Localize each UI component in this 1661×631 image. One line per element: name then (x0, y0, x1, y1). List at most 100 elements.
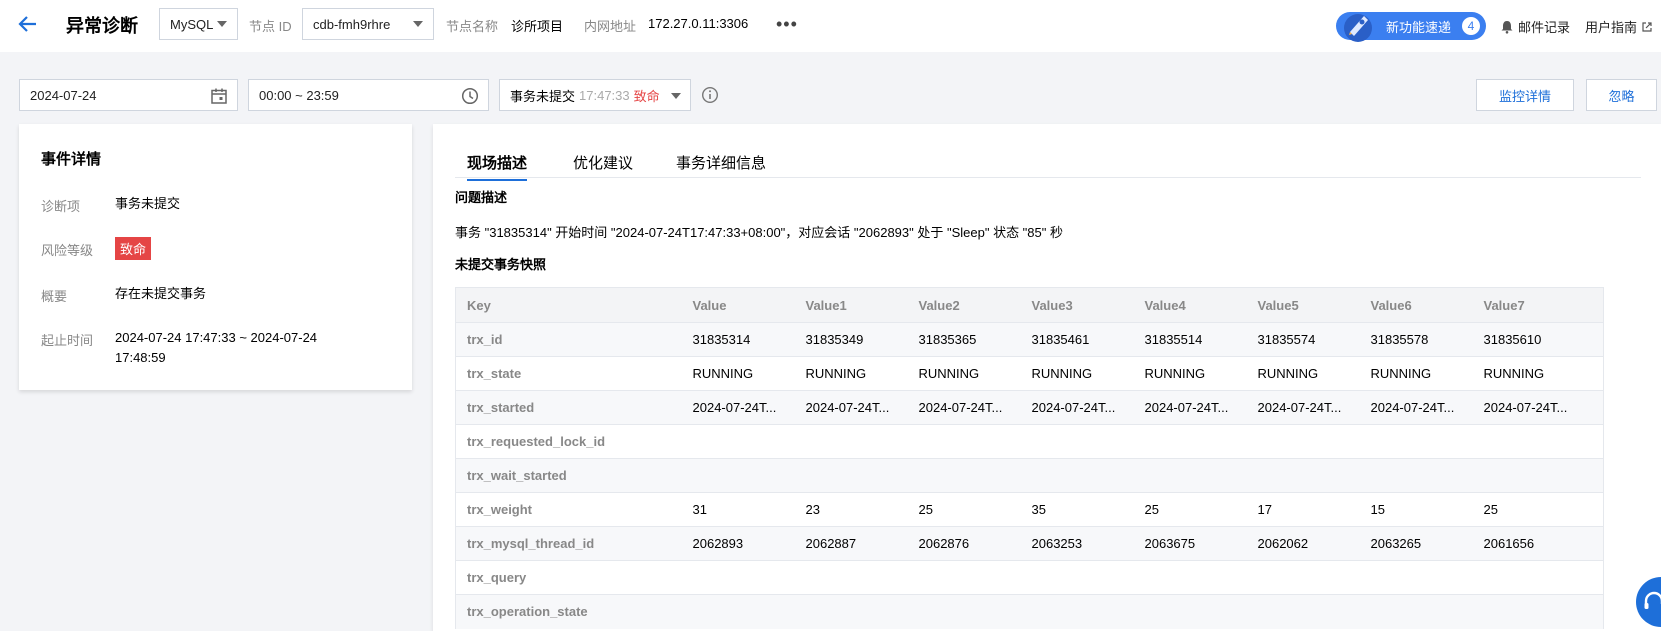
monitor-detail-button[interactable]: 监控详情 (1476, 79, 1574, 111)
external-link-icon (1642, 21, 1652, 32)
value-cell: 35 (1020, 492, 1134, 527)
value-cell (1133, 560, 1247, 595)
value-cell (1246, 594, 1360, 629)
chevron-down-icon (413, 21, 423, 27)
table-row: trx_operation_state (455, 594, 1604, 629)
tab-suggestion[interactable]: 优化建议 (573, 152, 633, 179)
page-title: 异常诊断 (66, 16, 138, 36)
new-feature-count: 4 (1462, 17, 1480, 35)
event-detail-title: 事件详情 (41, 151, 102, 168)
event-time: 17:47:33 (579, 87, 630, 103)
value-cell: 2063675 (1133, 526, 1247, 561)
summary-value: 存在未提交事务 (115, 286, 207, 301)
table-row: trx_requested_lock_id (455, 424, 1604, 459)
value-cell (907, 560, 1021, 595)
value-cell (1472, 594, 1604, 629)
top-header: 异常诊断 MySQL 节点 ID cdb-fmh9rhre 节点名称 诊所项目 … (0, 0, 1661, 52)
value-cell (1020, 560, 1134, 595)
value-cell: 2063265 (1359, 526, 1473, 561)
table-row: trx_mysql_thread_id 2062893 2062887 2062876… (455, 526, 1604, 561)
time-range-picker[interactable]: 00:00 ~ 23:59 (248, 79, 489, 111)
value-cell (1020, 424, 1134, 459)
value-cell (1133, 594, 1247, 629)
value-cell: 2062062 (1246, 526, 1360, 561)
diagnosis-card: 现场描述 优化建议 事务详细信息 问题描述 事务 "31835314" 开始时间… (433, 124, 1661, 631)
db-type-select[interactable]: MySQL (159, 8, 238, 40)
column-header: Value (681, 287, 795, 323)
event-name: 事务未提交 (510, 88, 576, 104)
intranet-label: 内网地址 (584, 19, 637, 34)
value-cell: 23 (794, 492, 908, 527)
summary-label: 概要 (41, 289, 68, 304)
new-feature-button[interactable]: 新功能速递 4 (1336, 12, 1486, 42)
snapshot-title: 未提交事务快照 (455, 257, 547, 272)
more-icon[interactable]: ••• (776, 14, 798, 35)
value-cell: RUNNING (1472, 356, 1604, 391)
value-cell: 2024-07-24T... (1359, 390, 1473, 425)
ignore-button[interactable]: 忽略 (1586, 79, 1657, 111)
column-header: Value5 (1246, 287, 1360, 323)
table-row: trx_wait_started (455, 458, 1604, 493)
event-select[interactable]: 事务未提交 17:47:33 致命 (499, 79, 691, 111)
node-name-value: 诊所项目 (511, 19, 564, 34)
value-cell (907, 458, 1021, 493)
column-header: Value7 (1472, 287, 1604, 323)
table-row: trx_started 2024-07-24T... 2024-07-24T... 2… (455, 390, 1604, 425)
row-key-cell: trx_wait_started (455, 458, 682, 493)
back-arrow-icon[interactable] (16, 12, 40, 36)
value-cell: RUNNING (1133, 356, 1247, 391)
value-cell: 31835610 (1472, 322, 1604, 357)
node-id-value: cdb-fmh9rhre (313, 16, 391, 32)
user-guide-label: 用户指南 (1585, 20, 1638, 35)
snapshot-table: Key Value Value1 Value2 Value3 Value4 Va… (455, 287, 1604, 629)
table-body: trx_id 31835314 31835349 31835365 31835461 31… (455, 322, 1604, 629)
value-cell: 2024-07-24T... (681, 390, 795, 425)
value-cell: 31835365 (907, 322, 1021, 357)
table-header-row: Key Value Value1 Value2 Value3 Value4 Va… (455, 287, 1604, 323)
value-cell (1246, 458, 1360, 493)
mail-record-link[interactable]: 邮件记录 (1500, 17, 1570, 36)
tab-scene[interactable]: 现场描述 (467, 152, 528, 181)
event-level: 致命 (633, 88, 660, 104)
diag-item-label: 诊断项 (41, 199, 81, 214)
node-id-select[interactable]: cdb-fmh9rhre (302, 8, 434, 40)
value-cell (681, 594, 795, 629)
value-cell: RUNNING (794, 356, 908, 391)
value-cell (681, 424, 795, 459)
tab-trx-detail[interactable]: 事务详细信息 (676, 152, 766, 179)
value-cell (681, 458, 795, 493)
value-cell: 2062876 (907, 526, 1021, 561)
value-cell (1359, 424, 1473, 459)
value-cell: 25 (1133, 492, 1247, 527)
value-cell: 31835574 (1246, 322, 1360, 357)
value-cell: 2063253 (1020, 526, 1134, 561)
value-cell (1359, 560, 1473, 595)
calendar-icon (211, 88, 227, 104)
user-guide-link[interactable]: 用户指南 (1585, 17, 1653, 36)
row-key-cell: trx_requested_lock_id (455, 424, 682, 459)
info-icon[interactable] (701, 86, 719, 104)
table-row: trx_weight 31 23 25 35 25 17 15 25 (455, 492, 1604, 527)
value-cell: 2024-07-24T... (794, 390, 908, 425)
node-name-label: 节点名称 (446, 19, 499, 34)
date-picker[interactable]: 2024-07-24 (19, 79, 238, 111)
event-detail-card: 事件详情 诊断项 事务未提交 风险等级 致命 概要 存在未提交事务 起止时间 2… (19, 124, 412, 390)
column-header: Value6 (1359, 287, 1473, 323)
mail-record-label: 邮件记录 (1518, 20, 1571, 35)
value-cell: 2024-07-24T... (1020, 390, 1134, 425)
value-cell: RUNNING (1246, 356, 1360, 391)
time-range-value: 2024-07-24 17:47:33 ~ 2024-07-24 17:48:5… (115, 330, 318, 365)
value-cell: 2024-07-24T... (907, 390, 1021, 425)
risk-level-value: 致命 (115, 237, 152, 260)
value-cell (1133, 424, 1247, 459)
rocket-icon (1344, 14, 1372, 42)
problem-text: 事务 "31835314" 开始时间 "2024-07-24T17:47:33+… (455, 225, 1063, 240)
value-cell (794, 594, 908, 629)
column-header: Value1 (794, 287, 908, 323)
risk-level-label: 风险等级 (41, 243, 94, 258)
row-key-cell: trx_operation_state (455, 594, 682, 629)
diag-item-value: 事务未提交 (115, 196, 181, 211)
problem-title: 问题描述 (455, 190, 508, 205)
value-cell (907, 424, 1021, 459)
value-cell (1020, 594, 1134, 629)
